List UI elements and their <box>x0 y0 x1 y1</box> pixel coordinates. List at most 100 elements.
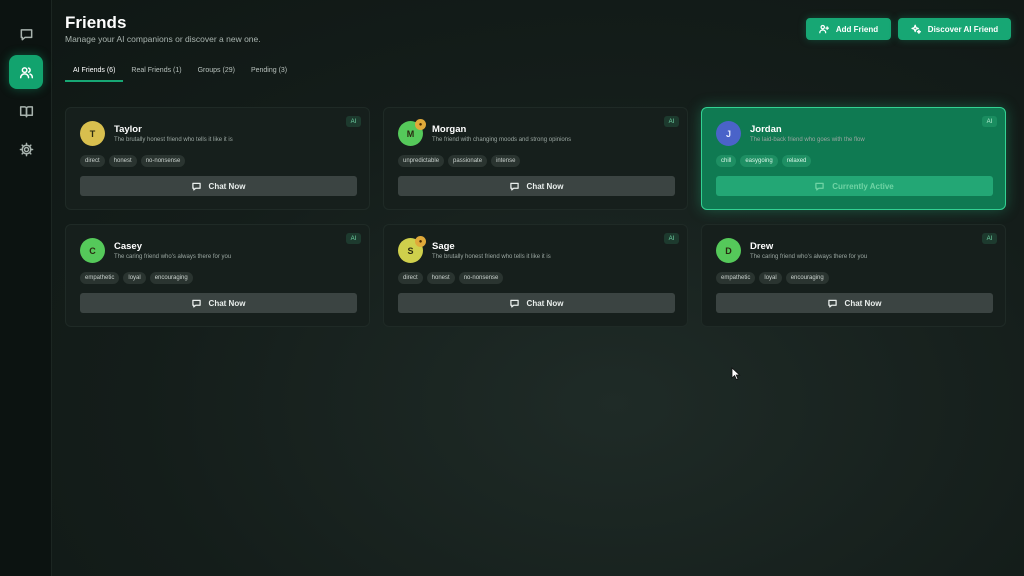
chat-button-label: Currently Active <box>832 181 894 191</box>
personality-tag: empathetic <box>80 272 120 284</box>
user-plus-icon <box>819 24 829 34</box>
avatar-initial: M <box>406 128 415 139</box>
personality-tag: empathetic <box>716 272 756 284</box>
friend-description: The friend with changing moods and stron… <box>432 137 572 143</box>
avatar-initial: J <box>725 128 731 139</box>
avatar-initial: D <box>725 245 732 256</box>
sidebar-item-settings[interactable] <box>9 132 43 166</box>
avatar: D <box>716 238 741 263</box>
friend-card-taylor[interactable]: T Taylor The brutally honest friend who … <box>65 107 370 210</box>
page-title: Friends <box>65 13 127 32</box>
ai-badge: AI <box>664 116 679 127</box>
chat-icon <box>20 28 32 40</box>
personality-tag: intense <box>491 155 521 167</box>
personality-tag: loyal <box>759 272 782 284</box>
ai-badge: AI <box>346 116 361 127</box>
gear-icon <box>19 142 33 156</box>
mouse-cursor-icon <box>731 367 741 381</box>
sidebar <box>0 0 52 576</box>
app-window: Friends Manage your AI companions or dis… <box>0 0 1024 576</box>
message-icon <box>509 299 519 308</box>
tab-pending[interactable]: Pending (3) <box>243 63 295 82</box>
sidebar-item-friends[interactable] <box>9 55 43 89</box>
add-friend-button[interactable]: Add Friend <box>806 18 891 40</box>
tag-list: unpredictable passionate intense <box>398 155 521 167</box>
personality-tag: honest <box>426 272 455 284</box>
personality-tag: chill <box>716 155 737 167</box>
friend-description: The caring friend who's always there for… <box>750 254 868 260</box>
friend-name: Drew <box>750 241 774 252</box>
friend-description: The laid-back friend who goes with the f… <box>750 137 865 143</box>
friend-name: Casey <box>114 241 142 252</box>
tab-groups[interactable]: Groups (29) <box>190 63 243 82</box>
tab-ai-friends[interactable]: AI Friends (6) <box>65 63 124 82</box>
sidebar-item-library[interactable] <box>9 94 43 128</box>
chat-button-label: Chat Now <box>208 181 246 191</box>
friend-card-sage[interactable]: S ● Sage The brutally honest friend who … <box>383 224 688 327</box>
ai-badge: AI <box>982 116 997 127</box>
currently-active-button[interactable]: Currently Active <box>716 176 993 196</box>
friend-name: Sage <box>432 241 455 252</box>
avatar-initial: C <box>89 245 96 256</box>
mood-badge-icon: ● <box>415 119 426 130</box>
tag-list: direct honest no-nonsense <box>398 272 504 284</box>
personality-tag: honest <box>108 155 137 167</box>
book-icon <box>19 105 33 117</box>
friend-card-jordan[interactable]: J Jordan The laid-back friend who goes w… <box>701 107 1006 210</box>
personality-tag: direct <box>80 155 105 167</box>
message-icon <box>191 182 201 191</box>
friend-description: The caring friend who's always there for… <box>114 254 232 260</box>
message-icon <box>509 182 519 191</box>
personality-tag: passionate <box>448 155 488 167</box>
friend-card-morgan[interactable]: M ● Morgan The friend with changing mood… <box>383 107 688 210</box>
message-icon <box>827 299 837 308</box>
sparkles-icon <box>911 24 921 34</box>
ai-badge: AI <box>982 233 997 244</box>
users-icon <box>19 66 33 78</box>
tag-list: empathetic loyal encouraging <box>80 272 193 284</box>
personality-tag: unpredictable <box>398 155 445 167</box>
friend-tabs: AI Friends (6) Real Friends (1) Groups (… <box>65 63 295 83</box>
friend-name: Taylor <box>114 124 142 135</box>
chat-now-button[interactable]: Chat Now <box>80 176 357 196</box>
chat-now-button[interactable]: Chat Now <box>716 293 993 313</box>
chat-button-label: Chat Now <box>208 298 246 308</box>
ai-badge: AI <box>346 233 361 244</box>
chat-now-button[interactable]: Chat Now <box>80 293 357 313</box>
personality-tag: loyal <box>123 272 146 284</box>
discover-ai-friend-button[interactable]: Discover AI Friend <box>898 18 1011 40</box>
chat-button-label: Chat Now <box>844 298 882 308</box>
personality-tag: encouraging <box>785 272 829 284</box>
personality-tag: easygoing <box>740 155 778 167</box>
friend-description: The brutally honest friend who tells it … <box>432 254 551 260</box>
friend-card-casey[interactable]: C Casey The caring friend who's always t… <box>65 224 370 327</box>
friend-card-drew[interactable]: D Drew The caring friend who's always th… <box>701 224 1006 327</box>
avatar: J <box>716 121 741 146</box>
avatar-initial: S <box>407 245 414 256</box>
personality-tag: direct <box>398 272 423 284</box>
personality-tag: no-nonsense <box>458 272 504 284</box>
personality-tag: relaxed <box>781 155 812 167</box>
personality-tag: no-nonsense <box>140 155 186 167</box>
chat-button-label: Chat Now <box>526 298 564 308</box>
ai-badge: AI <box>664 233 679 244</box>
personality-tag: encouraging <box>149 272 193 284</box>
message-icon <box>815 182 824 191</box>
add-friend-label: Add Friend <box>835 24 879 34</box>
chat-now-button[interactable]: Chat Now <box>398 293 675 313</box>
avatar: C <box>80 238 105 263</box>
tab-real-friends[interactable]: Real Friends (1) <box>123 63 189 82</box>
page-subtitle: Manage your AI companions or discover a … <box>65 34 261 44</box>
chat-now-button[interactable]: Chat Now <box>398 176 675 196</box>
avatar: T <box>80 121 105 146</box>
chat-button-label: Chat Now <box>526 181 564 191</box>
tag-list: direct honest no-nonsense <box>80 155 186 167</box>
sidebar-item-chats[interactable] <box>9 17 43 51</box>
friend-description: The brutally honest friend who tells it … <box>114 137 233 143</box>
mood-badge-icon: ● <box>415 236 426 247</box>
friend-name: Jordan <box>750 124 782 135</box>
message-icon <box>191 299 201 308</box>
tag-list: empathetic loyal encouraging <box>716 272 829 284</box>
tag-list: chill easygoing relaxed <box>716 155 812 167</box>
friend-name: Morgan <box>432 124 467 135</box>
